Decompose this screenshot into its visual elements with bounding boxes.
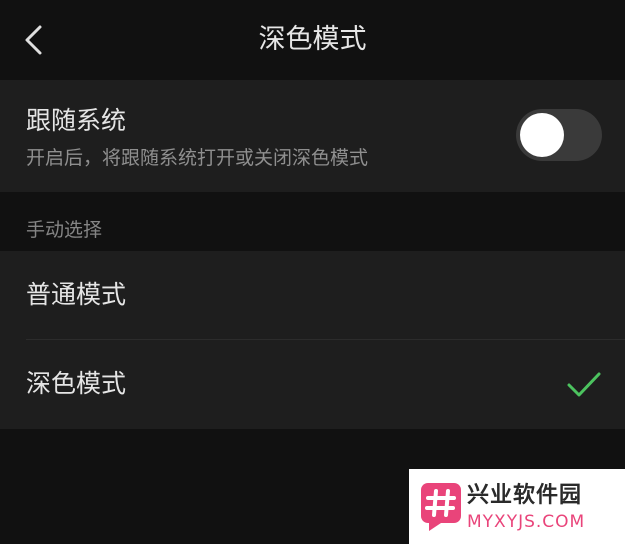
option-label: 深色模式: [26, 369, 127, 398]
navigation-bar: 深色模式: [0, 0, 625, 80]
page-title: 深色模式: [258, 24, 367, 55]
site-watermark: 兴业软件园 MYXYJS.COM: [409, 469, 625, 544]
watermark-name: 兴业软件园: [467, 483, 583, 508]
manual-section-label: 手动选择: [26, 219, 103, 241]
follow-system-row: 跟随系统 开启后，将跟随系统打开或关闭深色模式: [0, 80, 625, 192]
checkmark-icon: [567, 372, 601, 397]
option-dark-mode[interactable]: 深色模式: [0, 340, 625, 429]
option-normal-mode[interactable]: 普通模式: [0, 251, 625, 340]
follow-system-title: 跟随系统: [26, 106, 127, 135]
dark-mode-settings-screen: 深色模式 跟随系统 开启后，将跟随系统打开或关闭深色模式 手动选择 普通模式 深…: [0, 0, 625, 544]
toggle-knob: [520, 113, 564, 157]
hash-logo-icon: [421, 483, 461, 531]
follow-system-toggle[interactable]: [516, 109, 602, 161]
watermark-url: MYXYJS.COM: [467, 512, 586, 532]
option-label: 普通模式: [26, 280, 127, 309]
manual-options-list: 普通模式 深色模式: [0, 251, 625, 429]
follow-system-description: 开启后，将跟随系统打开或关闭深色模式: [26, 147, 369, 169]
